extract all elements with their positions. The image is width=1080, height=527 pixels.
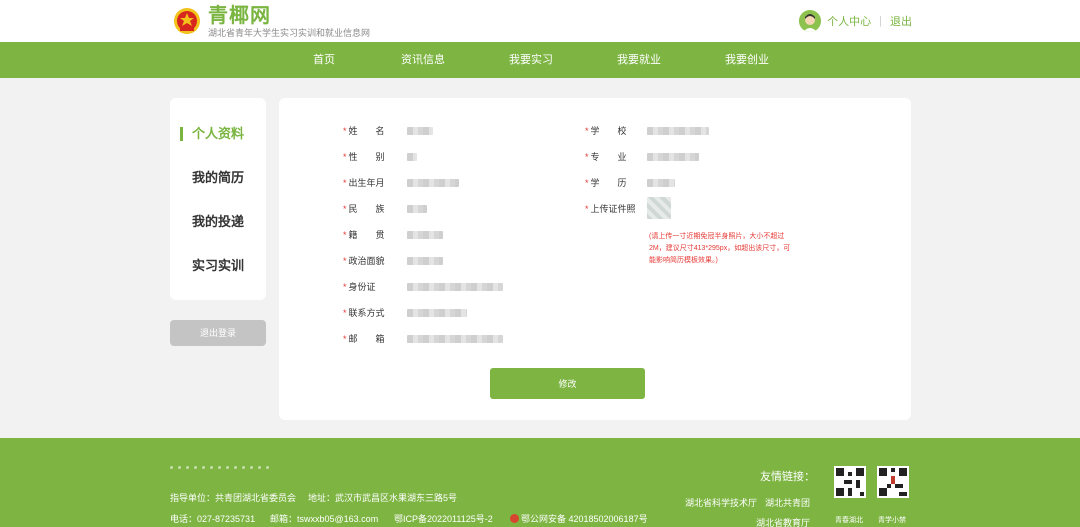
- qr-label-study: 青学小禁: [878, 517, 906, 524]
- brand-subtitle: 湖北省青年大学生实习实训和就业信息网: [208, 28, 371, 38]
- nav-item-internship[interactable]: 我要实习: [509, 42, 553, 78]
- sidebar-item-profile[interactable]: 个人资料: [170, 123, 266, 145]
- field-label-political: * 政治面貌: [343, 256, 385, 266]
- photo-upload-thumbnail[interactable]: [647, 197, 671, 219]
- modify-button[interactable]: 修改: [490, 368, 645, 399]
- field-value-degree[interactable]: [647, 179, 675, 187]
- field-label-hometown: * 籍 贯: [343, 230, 385, 240]
- qr-label-youth-hubei: 青春湖北: [835, 517, 863, 524]
- logout-button[interactable]: 退出登录: [170, 320, 266, 346]
- friend-link-science-dept[interactable]: 湖北省科学技术厅: [685, 496, 757, 509]
- sidebar-item-training[interactable]: 实习实训: [170, 255, 266, 277]
- field-value-major[interactable]: [647, 153, 699, 161]
- brand-logo[interactable]: [172, 5, 202, 37]
- profile-form-card: * 姓 名 * 性 别 * 出生年月 * 民 族 * 籍 贯 * 政治面貌 * 身份证 * 联系…: [279, 98, 911, 420]
- sidebar-item-resume[interactable]: 我的简历: [170, 167, 266, 189]
- field-value-email[interactable]: [407, 335, 503, 343]
- field-label-school: * 学 校: [585, 126, 627, 136]
- site-footer: 指导单位：共青团湖北省委员会 地址：武汉市武昌区水果湖东三路5号 电话：027-…: [0, 438, 1080, 527]
- field-value-ethnicity[interactable]: [407, 205, 427, 213]
- field-label-ethnicity: * 民 族: [343, 204, 385, 214]
- field-label-name: * 姓 名: [343, 126, 385, 136]
- footer-police-record[interactable]: 鄂公网安备 42018502006187号: [510, 513, 648, 525]
- field-label-gender: * 性 别: [343, 152, 385, 162]
- field-value-contact[interactable]: [407, 309, 467, 317]
- photo-upload-hint: (请上传一寸近期免冠半身照片，大小不超过2M，建议尺寸413*295px，如超出…: [649, 233, 791, 264]
- police-badge-icon: [510, 514, 519, 523]
- footer-dots-divider: [170, 466, 269, 469]
- field-label-birth: * 出生年月: [343, 178, 385, 188]
- field-label-major: * 专 业: [585, 152, 627, 162]
- user-center-link[interactable]: 个人中心: [827, 13, 871, 29]
- main-nav: 首页 资讯信息 我要实习 我要就业 我要创业: [0, 42, 1080, 78]
- footer-email: 邮箱：tswxxb05@163.com: [270, 514, 379, 524]
- field-label-contact: * 联系方式: [343, 308, 385, 318]
- field-value-name[interactable]: [407, 127, 433, 135]
- user-avatar-icon[interactable]: [799, 10, 822, 32]
- nav-item-news[interactable]: 资讯信息: [401, 42, 445, 78]
- footer-icp[interactable]: 鄂ICP备2022011125号-2: [394, 513, 493, 525]
- field-value-hometown[interactable]: [407, 231, 443, 239]
- friend-link-education-dept[interactable]: 湖北省教育厅: [756, 516, 810, 527]
- friend-link-youth-league[interactable]: 湖北共青团: [765, 496, 810, 509]
- friend-links-title: 友情链接：: [760, 471, 815, 483]
- field-value-birth[interactable]: [407, 179, 459, 187]
- field-label-id-card: * 身份证: [343, 282, 376, 292]
- footer-phone: 电话：027-87235731: [170, 514, 256, 524]
- brand-name[interactable]: 青椰网: [208, 5, 271, 27]
- nav-item-home[interactable]: 首页: [313, 42, 335, 78]
- field-value-gender[interactable]: [407, 153, 417, 161]
- header-separator: |: [879, 15, 882, 27]
- profile-sidebar: 个人资料 我的简历 我的投递 实习实训: [170, 98, 266, 300]
- qr-code-icon: [877, 466, 909, 498]
- field-label-degree: * 学 历: [585, 178, 627, 188]
- top-header: 青椰网 湖北省青年大学生实习实训和就业信息网 个人中心 | 退出: [0, 0, 1080, 42]
- user-area: 个人中心 | 退出: [799, 10, 912, 32]
- header-logout-link[interactable]: 退出: [890, 13, 912, 29]
- field-value-political[interactable]: [407, 257, 443, 265]
- nav-item-employment[interactable]: 我要就业: [617, 42, 661, 78]
- footer-address: 地址：武汉市武昌区水果湖东三路5号: [308, 493, 458, 503]
- field-label-email: * 邮 箱: [343, 334, 385, 344]
- footer-sponsor: 指导单位：共青团湖北省委员会: [170, 493, 297, 503]
- field-label-photo: * 上传证件照: [585, 204, 636, 214]
- nav-item-startup[interactable]: 我要创业: [725, 42, 769, 78]
- field-value-school[interactable]: [647, 127, 709, 135]
- sidebar-item-applications[interactable]: 我的投递: [170, 211, 266, 233]
- field-value-id-card[interactable]: [407, 283, 503, 291]
- qr-code-icon: [834, 466, 866, 498]
